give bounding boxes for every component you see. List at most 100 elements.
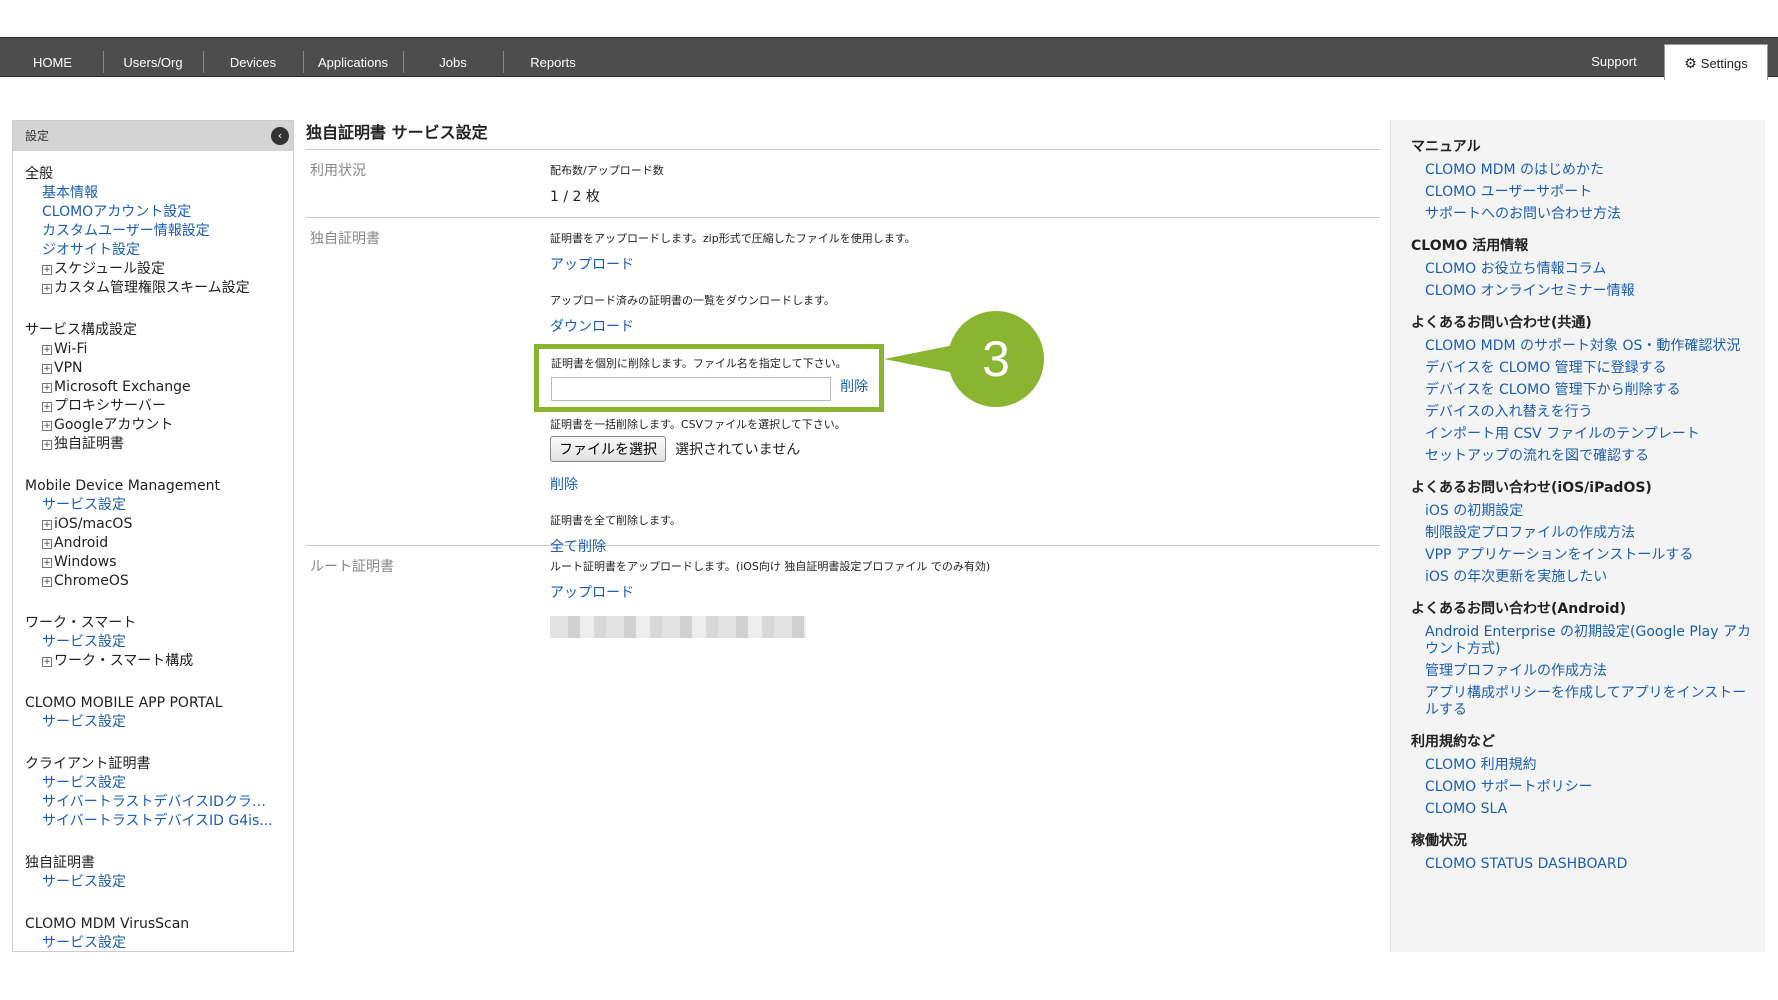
help-section: よくあるお問い合わせ(共通) CLOMO MDM のサポート対象 OS・動作確認状… (1411, 312, 1765, 465)
download-link[interactable]: ダウンロード (550, 316, 634, 336)
help-link[interactable]: CLOMO ユーザーサポート (1411, 184, 1751, 201)
sidebar-group: CLOMO MDM VirusScan サービス設定 (25, 915, 293, 951)
help-link[interactable]: セットアップの流れを図で確認する (1411, 448, 1751, 465)
help-link[interactable]: インポート用 CSV ファイルのテンプレート (1411, 426, 1751, 443)
help-link[interactable]: iOS の初期設定 (1411, 503, 1751, 520)
sidebar-link[interactable]: サービス設定 (25, 496, 273, 515)
nav-settings-tab[interactable]: ⚙ Settings (1664, 44, 1768, 80)
expand-plus-icon[interactable]: + (42, 265, 52, 275)
nav-applications[interactable]: Applications (308, 38, 398, 78)
help-link[interactable]: Android Enterprise の初期設定(Google Play アカウ… (1411, 624, 1751, 658)
sidebar-link[interactable]: サイバートラストデバイスID G4is... (25, 812, 273, 831)
nav-support[interactable]: Support (1574, 38, 1654, 78)
sidebar-expandable-item[interactable]: + ChromeOS (25, 572, 293, 591)
nav-users-org[interactable]: Users/Org (113, 38, 193, 78)
help-section-title: よくあるお問い合わせ(共通) (1411, 315, 1592, 331)
sidebar-item-label: Windows (54, 554, 117, 570)
nav-divider (103, 51, 104, 73)
no-file-selected-text: 選択されていません (675, 442, 801, 458)
help-link[interactable]: CLOMO オンラインセミナー情報 (1411, 283, 1751, 300)
help-section: よくあるお問い合わせ(Android) Android Enterprise の初… (1411, 598, 1765, 719)
choose-file-button[interactable]: ファイルを選択 (550, 436, 666, 462)
expand-plus-icon[interactable]: + (42, 345, 52, 355)
sidebar-link[interactable]: サービス設定 (25, 774, 273, 793)
collapse-sidebar-icon[interactable]: ‹ (271, 127, 289, 145)
sidebar-link[interactable]: サービス設定 (25, 633, 273, 652)
sidebar-group: CLOMO MOBILE APP PORTAL サービス設定 (25, 694, 293, 732)
help-link[interactable]: CLOMO 利用規約 (1411, 757, 1751, 774)
blurred-filename (550, 616, 806, 638)
sidebar-link[interactable]: サイバートラストデバイスIDクライ... (25, 793, 273, 812)
expand-plus-icon[interactable]: + (42, 539, 52, 549)
help-section-title: よくあるお問い合わせ(Android) (1411, 601, 1626, 617)
sidebar-group-title: CLOMO MDM VirusScan (25, 916, 190, 932)
sidebar-expandable-item[interactable]: + カスタム管理権限スキーム設定 (25, 279, 293, 298)
settings-sidebar: 設定 ‹ 全般 基本情報 CLOMOアカウント設定 カスタムユーザー情報設定 ジオサイト… (12, 120, 294, 952)
expand-plus-icon[interactable]: + (42, 402, 52, 412)
root-cert-label: ルート証明書 (310, 559, 394, 575)
sidebar-link[interactable]: 基本情報 (25, 184, 273, 203)
help-link[interactable]: VPP アプリケーションをインストールする (1411, 547, 1751, 564)
root-upload-link[interactable]: アップロード (550, 582, 634, 602)
help-link[interactable]: CLOMO SLA (1411, 801, 1751, 818)
sidebar-expandable-item[interactable]: + 独自証明書 (25, 435, 293, 454)
help-link[interactable]: CLOMO お役立ち情報コラム (1411, 261, 1751, 278)
help-link[interactable]: 管理プロファイルの作成方法 (1411, 663, 1751, 680)
expand-plus-icon[interactable]: + (42, 577, 52, 587)
file-name-input[interactable] (551, 377, 831, 401)
sidebar-expandable-item[interactable]: + プロキシサーバー (25, 397, 293, 416)
help-link[interactable]: アプリ構成ポリシーを作成してアプリをインストールする (1411, 685, 1751, 719)
sidebar-expandable-item[interactable]: + スケジュール設定 (25, 260, 293, 279)
sidebar-expandable-item[interactable]: + Wi-Fi (25, 340, 293, 359)
expand-plus-icon[interactable]: + (42, 657, 52, 667)
usage-value: 1 / 2 枚 (550, 189, 600, 205)
sidebar-group: ワーク・スマート サービス設定 + ワーク・スマート構成 (25, 614, 293, 671)
help-link[interactable]: iOS の年次更新を実施したい (1411, 569, 1751, 586)
nav-reports[interactable]: Reports (513, 38, 593, 78)
help-link[interactable]: デバイスを CLOMO 管理下に登録する (1411, 360, 1751, 377)
sidebar-expandable-item[interactable]: + Windows (25, 553, 293, 572)
sidebar-expandable-item[interactable]: + ワーク・スマート構成 (25, 652, 293, 671)
sidebar-group-title: CLOMO MOBILE APP PORTAL (25, 695, 223, 711)
sidebar-link[interactable]: カスタムユーザー情報設定 (25, 222, 273, 241)
bulk-delete-link[interactable]: 削除 (550, 474, 578, 494)
expand-plus-icon[interactable]: + (42, 383, 52, 393)
nav-devices[interactable]: Devices (213, 38, 293, 78)
expand-plus-icon[interactable]: + (42, 364, 52, 374)
sidebar-link[interactable]: ジオサイト設定 (25, 241, 273, 260)
help-link[interactable]: CLOMO MDM のはじめかた (1411, 162, 1751, 179)
help-link[interactable]: デバイスを CLOMO 管理下から削除する (1411, 382, 1751, 399)
help-link[interactable]: サポートへのお問い合わせ方法 (1411, 206, 1751, 223)
sidebar-item-label: スケジュール設定 (54, 261, 166, 277)
help-link[interactable]: CLOMO STATUS DASHBOARD (1411, 856, 1751, 873)
sidebar-link[interactable]: CLOMOアカウント設定 (25, 203, 273, 222)
help-link[interactable]: 制限設定プロファイルの作成方法 (1411, 525, 1751, 542)
nav-home[interactable]: HOME (20, 38, 85, 78)
sidebar-group: Mobile Device Management サービス設定 + iOS/macOS… (25, 477, 293, 591)
nav-jobs[interactable]: Jobs (413, 38, 493, 78)
upload-link[interactable]: アップロード (550, 254, 634, 274)
cert-label: 独自証明書 (310, 231, 380, 247)
sidebar-expandable-item[interactable]: + Android (25, 534, 293, 553)
help-section: 稼働状況 CLOMO STATUS DASHBOARD (1411, 830, 1765, 873)
expand-plus-icon[interactable]: + (42, 520, 52, 530)
sidebar-link[interactable]: サービス設定 (25, 934, 273, 951)
sidebar-expandable-item[interactable]: + VPN (25, 359, 293, 378)
sidebar-expandable-item[interactable]: + Microsoft Exchange (25, 378, 293, 397)
sidebar-group: サービス構成設定 + Wi-Fi + VPN + Microsoft Exchange + プロ… (25, 321, 293, 454)
help-link[interactable]: CLOMO サポートポリシー (1411, 779, 1751, 796)
expand-plus-icon[interactable]: + (42, 284, 52, 294)
root-cert-section: ルート証明書 ルート証明書をアップロードします。(iOS向け 独自証明書設定プロ… (306, 546, 1380, 642)
expand-plus-icon[interactable]: + (42, 558, 52, 568)
sidebar-menu: 全般 基本情報 CLOMOアカウント設定 カスタムユーザー情報設定 ジオサイト設定 + スケ… (13, 151, 293, 951)
sidebar-link[interactable]: サービス設定 (25, 713, 273, 732)
expand-plus-icon[interactable]: + (42, 421, 52, 431)
sidebar-link[interactable]: サービス設定 (25, 873, 273, 892)
sidebar-expandable-item[interactable]: + iOS/macOS (25, 515, 293, 534)
top-nav-bar: HOME Users/Org Devices Applications Jobs… (0, 37, 1778, 80)
help-link[interactable]: デバイスの入れ替えを行う (1411, 404, 1751, 421)
sidebar-expandable-item[interactable]: + Googleアカウント (25, 416, 293, 435)
expand-plus-icon[interactable]: + (42, 440, 52, 450)
individual-delete-link[interactable]: 削除 (840, 379, 868, 395)
help-link[interactable]: CLOMO MDM のサポート対象 OS・動作確認状況 (1411, 338, 1751, 355)
